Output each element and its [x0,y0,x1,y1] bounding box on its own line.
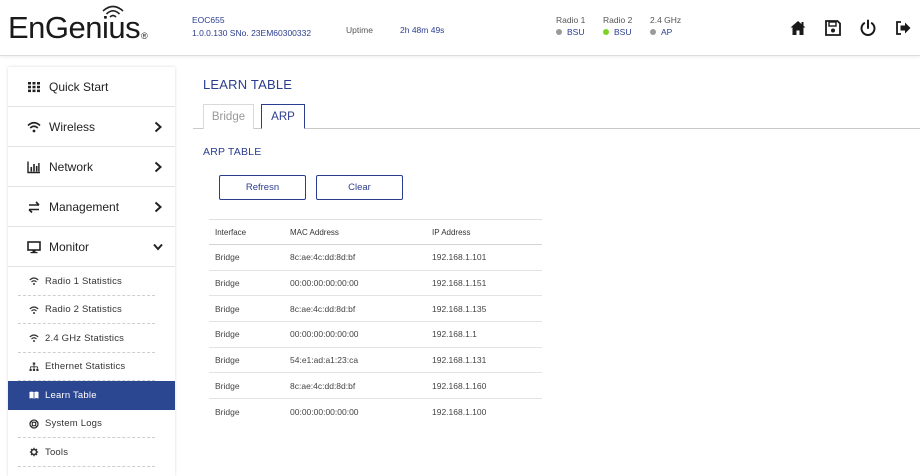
cell-mac: 00:00:00:00:00:00 [284,270,426,297]
table-row: Bridge 8c:ae:4c:dd:8d:bf 192.168.1.101 [209,244,542,271]
logo-wifi-icon [102,5,124,18]
status-dot [650,29,656,35]
cell-interface: Bridge [209,347,284,374]
wifi-icon [27,121,41,132]
table-row: Bridge 00:00:00:00:00:00 192.168.1.151 [209,270,542,297]
sidebar-sub-ethernet-statistics[interactable]: Ethernet Statistics [8,353,175,382]
wifi-icon [29,334,39,343]
sidebar-sub-radio-1-statistics[interactable]: Radio 1 Statistics [8,267,175,296]
engenius-logo[interactable]: EnGenius® [8,5,148,46]
tab-arp[interactable]: ARP [261,104,305,129]
radio-24ghz-status: 2.4 GHz AP [650,15,682,37]
life-ring-icon [29,419,39,429]
cell-mac: 8c:ae:4c:dd:8d:bf [284,372,426,400]
sidebar-item-label: Monitor [49,239,90,254]
sidebar-item-network[interactable]: Network [8,147,175,187]
clear-button[interactable]: Clear [316,175,403,200]
wifi-icon [29,306,39,314]
refresh-button[interactable]: Refresn [219,175,306,200]
cell-mac: 00:00:00:00:00:00 [284,321,426,348]
sitemap-icon [29,362,39,371]
radio-2-status: Radio 2 BSU [603,15,633,37]
table-row: Bridge 00:00:00:00:00:00 192.168.1.100 [209,399,542,425]
column-header-mac-address: MAC Address [284,219,426,245]
device-version-serial: 1.0.0.130 SNo. 23EM60300332 [192,28,312,38]
cell-ip: 192.168.1.100 [432,406,487,417]
sidebar-item-quick-start[interactable]: Quick Start [8,67,175,107]
sidebar-sub-radio-2-statistics[interactable]: Radio 2 Statistics [8,296,175,325]
cell-ip: 192.168.1.101 [426,244,542,271]
column-header-ip-address: IP Address [426,219,542,245]
sidebar-sub-24ghz-statistics[interactable]: 2.4 GHz Statistics [8,324,175,353]
cell-ip: 192.168.1.135 [426,295,542,323]
sidebar-item-wireless[interactable]: Wireless [8,107,175,147]
grid-icon [28,81,40,92]
table-row: Bridge 54:e1:ad:a1:23:ca 192.168.1.131 [209,347,542,374]
sidebar-sub-tools[interactable]: Tools [8,438,175,467]
header-actions [789,19,912,37]
uptime-value: 2h 48m 49s [400,25,445,35]
cell-ip: 192.168.1.131 [426,347,542,374]
arp-table: Interface MAC Address IP Address Bridge 8… [209,219,542,424]
monitor-icon [27,240,41,253]
sidebar-item-label: Wireless [49,119,96,134]
cell-mac: 00:00:00:00:00:00 [290,406,359,417]
chevron-right-icon [154,201,162,213]
section-title: ARP TABLE [203,146,262,158]
cell-mac: 8c:ae:4c:dd:8d:bf [284,244,426,271]
status-dot [603,29,609,35]
home-icon[interactable] [789,19,807,37]
table-row: Bridge 8c:ae:4c:dd:8d:bf 192.168.1.135 [209,295,542,323]
tab-bridge[interactable]: Bridge [203,104,254,129]
cell-ip: 192.168.1.160 [426,372,542,400]
sidebar-sub-learn-table[interactable]: Learn Table [8,381,175,410]
bar-chart-icon [27,161,40,173]
cell-interface: Bridge [209,244,284,271]
top-header: EnGenius® EOC655 1.0.0.130 SNo. 23EM6030… [0,0,920,56]
save-icon[interactable] [824,19,842,37]
status-dot [556,29,562,35]
sidebar-item-label: Network [49,159,94,174]
cell-interface: Bridge [215,406,240,417]
cell-mac: 54:e1:ad:a1:23:ca [284,347,426,374]
sidebar-item-label: Quick Start [49,79,109,94]
table-row: Bridge 00:00:00:00:00:00 192.168.1.1 [209,321,542,348]
cell-ip: 192.168.1.1 [426,321,542,348]
table-header-row: Interface MAC Address IP Address [209,219,542,245]
logout-icon[interactable] [894,19,912,37]
device-name: EOC655 [192,15,225,25]
sidebar: Quick Start Wireless Network Management … [8,67,175,476]
exchange-icon [28,200,40,213]
wifi-icon [29,277,39,286]
chevron-right-icon [154,161,162,173]
page-title: LEARN TABLE [203,77,293,92]
cell-interface: Bridge [209,295,284,323]
sidebar-item-label: Management [49,199,120,214]
book-icon [29,391,39,400]
table-row: Bridge 8c:ae:4c:dd:8d:bf 192.168.1.160 [209,372,542,400]
uptime-label: Uptime [346,25,373,35]
chevron-down-icon [153,243,163,251]
sidebar-sub-system-logs[interactable]: System Logs [8,410,175,439]
gear-icon [29,448,39,457]
logo-reg-mark: ® [141,31,148,41]
sidebar-item-management[interactable]: Management [8,187,175,227]
cell-interface: Bridge [209,321,284,348]
sidebar-item-monitor[interactable]: Monitor [8,227,175,267]
cell-interface: Bridge [209,372,284,400]
cell-mac: 8c:ae:4c:dd:8d:bf [284,295,426,323]
cell-interface: Bridge [209,270,284,297]
radio-1-status: Radio 1 BSU [556,15,586,37]
chevron-right-icon [154,121,162,133]
cell-ip: 192.168.1.151 [426,270,542,297]
column-header-interface: Interface [209,219,284,245]
power-icon[interactable] [859,19,877,37]
